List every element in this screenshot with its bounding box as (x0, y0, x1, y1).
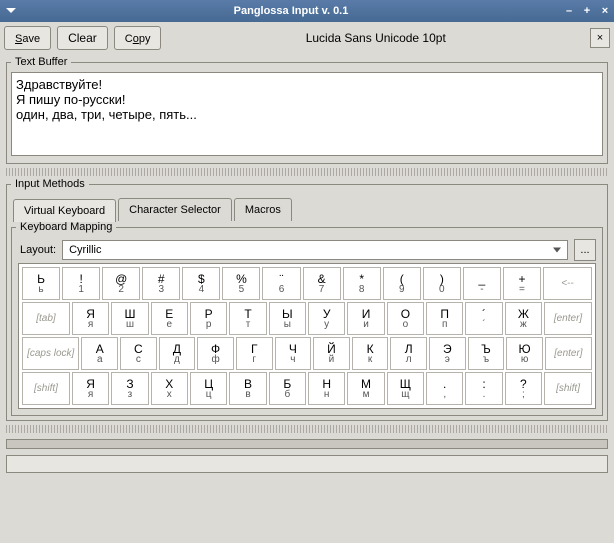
splitter[interactable] (6, 168, 608, 176)
close-button[interactable]: × (596, 5, 614, 17)
key[interactable]: Лл (390, 337, 427, 370)
key[interactable]: Дд (159, 337, 196, 370)
keyboard-mapping-legend: Keyboard Mapping (16, 221, 116, 233)
key[interactable]: Йй (313, 337, 350, 370)
toolbar-close-button[interactable]: × (590, 28, 610, 48)
input-methods-group: Input Methods Virtual Keyboard Character… (6, 178, 608, 421)
key[interactable]: :. (465, 372, 502, 405)
key[interactable]: Чч (275, 337, 312, 370)
layout-more-button[interactable]: ... (574, 239, 596, 261)
app-menu-icon[interactable] (0, 0, 22, 22)
key[interactable]: Сс (120, 337, 157, 370)
copy-button[interactable]: Copy (114, 26, 162, 50)
key[interactable]: ?; (505, 372, 542, 405)
key[interactable]: @2 (102, 267, 140, 300)
key[interactable]: Вв (229, 372, 266, 405)
splitter-bottom[interactable] (6, 425, 608, 433)
key[interactable]: *8 (343, 267, 381, 300)
statusbar (6, 455, 608, 473)
tab-key[interactable]: [tab] (22, 302, 70, 335)
layout-select[interactable]: Cyrillic (62, 240, 568, 260)
key[interactable]: Ыы (269, 302, 306, 335)
capslock-key[interactable]: [caps lock] (22, 337, 79, 370)
minimize-button[interactable]: – (560, 5, 578, 17)
key[interactable]: Ьь (22, 267, 60, 300)
key[interactable]: Ъъ (468, 337, 505, 370)
key[interactable]: #3 (142, 267, 180, 300)
key[interactable]: Нн (308, 372, 345, 405)
text-buffer-input[interactable] (11, 72, 603, 156)
key[interactable]: _- (463, 267, 501, 300)
key[interactable]: Тт (229, 302, 266, 335)
layout-label: Layout: (18, 244, 56, 256)
key[interactable]: Аа (81, 337, 118, 370)
toolbar: Save Clear Copy Lucida Sans Unicode 10pt… (0, 22, 614, 54)
key[interactable]: Бб (269, 372, 306, 405)
key[interactable]: Пп (426, 302, 463, 335)
key[interactable]: Зз (111, 372, 148, 405)
key[interactable]: Рр (190, 302, 227, 335)
key[interactable]: Гг (236, 337, 273, 370)
keyboard-mapping-group: Keyboard Mapping Layout: Cyrillic ... Ьь… (11, 221, 603, 416)
key[interactable]: Шш (111, 302, 148, 335)
key[interactable]: %5 (222, 267, 260, 300)
layout-selected: Cyrillic (69, 244, 101, 256)
key[interactable]: Щщ (387, 372, 424, 405)
virtual-keyboard: Ьь!1@2#3$4%5¨6&7*8(9)0_-+=<-- [tab]ЯяШшЕ… (18, 263, 596, 409)
enter-key[interactable]: [enter] (544, 302, 592, 335)
window-title: Panglossa Input v. 0.1 (22, 5, 560, 17)
key[interactable]: Ии (347, 302, 384, 335)
key[interactable]: Фф (197, 337, 234, 370)
key[interactable]: (9 (383, 267, 421, 300)
key[interactable]: Яя (72, 372, 109, 405)
bottom-panel (6, 439, 608, 449)
key[interactable]: Оо (387, 302, 424, 335)
key[interactable]: $4 (182, 267, 220, 300)
tabs: Virtual Keyboard Character Selector Macr… (13, 198, 601, 221)
input-methods-legend: Input Methods (11, 178, 89, 190)
font-label: Lucida Sans Unicode 10pt (167, 31, 584, 45)
tab-macros[interactable]: Macros (234, 198, 292, 221)
maximize-button[interactable]: + (578, 5, 596, 17)
key[interactable]: Уу (308, 302, 345, 335)
key[interactable]: !1 (62, 267, 100, 300)
tab-virtual-keyboard[interactable]: Virtual Keyboard (13, 199, 116, 222)
key[interactable]: Яя (72, 302, 109, 335)
key[interactable]: Хх (151, 372, 188, 405)
key[interactable]: Ее (151, 302, 188, 335)
key[interactable]: Мм (347, 372, 384, 405)
backspace-key[interactable]: <-- (543, 267, 592, 300)
enter-key-2[interactable]: [enter] (545, 337, 592, 370)
tab-character-selector[interactable]: Character Selector (118, 198, 232, 221)
shift-left-key[interactable]: [shift] (22, 372, 70, 405)
titlebar: Panglossa Input v. 0.1 – + × (0, 0, 614, 22)
text-buffer-legend: Text Buffer (11, 56, 71, 68)
shift-right-key[interactable]: [shift] (544, 372, 592, 405)
key[interactable]: Цц (190, 372, 227, 405)
key[interactable]: ´´ (465, 302, 502, 335)
key[interactable]: )0 (423, 267, 461, 300)
key[interactable]: ¨6 (262, 267, 300, 300)
key[interactable]: Кк (352, 337, 389, 370)
key[interactable]: Жж (505, 302, 542, 335)
save-button[interactable]: Save (4, 26, 51, 50)
text-buffer-group: Text Buffer (6, 56, 608, 164)
key[interactable]: += (503, 267, 541, 300)
key[interactable]: ., (426, 372, 463, 405)
key[interactable]: &7 (303, 267, 341, 300)
clear-button[interactable]: Clear (57, 26, 108, 50)
key[interactable]: Ээ (429, 337, 466, 370)
key[interactable]: Юю (506, 337, 543, 370)
